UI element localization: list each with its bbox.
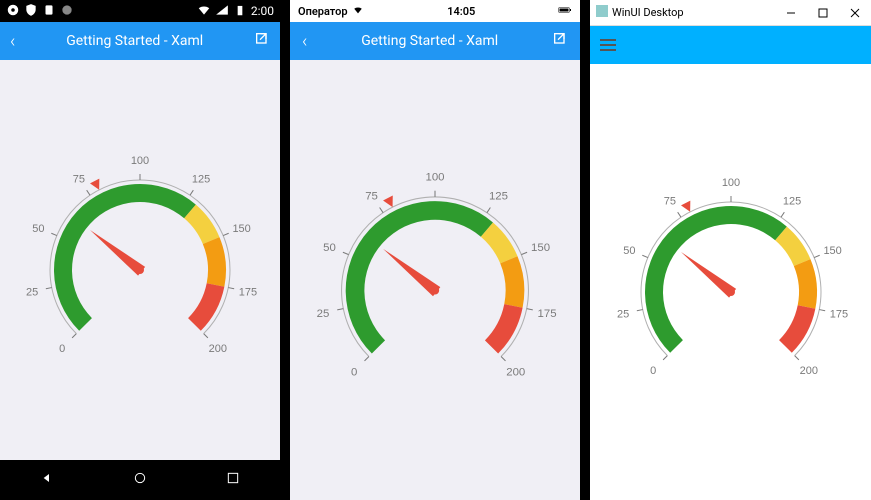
gauge-chart: 0 25 50 75 100 125 150 175 200 xyxy=(300,145,570,415)
gauge-tick-label: 50 xyxy=(323,242,336,254)
android-app-bar: ‹ Getting Started - Xaml xyxy=(0,22,280,60)
status-time: 2:00 xyxy=(251,4,274,18)
gauge-chart: 0 25 50 75 100 125 150 175 200 xyxy=(601,152,861,412)
content-area: 0 25 50 75 100 125 150 175 200 xyxy=(290,60,580,500)
nav-recent-icon[interactable] xyxy=(225,470,241,490)
gauge-tick-label: 125 xyxy=(782,196,800,208)
gauge-range xyxy=(485,304,523,353)
sim-icon xyxy=(42,3,56,20)
gauge-tick-label: 0 xyxy=(59,343,65,355)
status-time: 14:05 xyxy=(365,5,558,18)
gauge-tick-label: 100 xyxy=(721,177,739,189)
gauge-tick-label: 50 xyxy=(623,245,635,257)
ios-device: Оператор 14:05 ‹ Getting Started - Xaml … xyxy=(290,0,580,500)
page-title: Getting Started - Xaml xyxy=(15,33,254,49)
gauge-tick-label: 175 xyxy=(538,308,557,320)
gauge-tick-label: 175 xyxy=(239,286,257,298)
gauge-hub xyxy=(727,288,735,296)
gauge-marker xyxy=(681,201,690,212)
gauge-range xyxy=(500,256,524,308)
content-area: 0 25 50 75 100 125 150 175 200 xyxy=(590,64,871,500)
nav-home-icon[interactable] xyxy=(132,470,148,490)
gear-icon xyxy=(6,3,20,20)
windows-app-bar xyxy=(590,26,871,64)
gauge-tick-label: 200 xyxy=(799,365,817,377)
gauge-range xyxy=(188,283,224,331)
gauge-tick-label: 150 xyxy=(531,242,550,254)
gauge-tick-label: 25 xyxy=(26,286,38,298)
window-title: WinUI Desktop xyxy=(612,6,684,19)
gauge-tick-label: 25 xyxy=(317,308,330,320)
gauge-tick-label: 50 xyxy=(32,223,44,235)
nav-back-icon[interactable] xyxy=(39,470,55,490)
gauge-tick-label: 175 xyxy=(829,308,847,320)
gauge-tick-label: 0 xyxy=(650,365,656,377)
gauge-tick-label: 200 xyxy=(506,366,525,378)
gauge-range xyxy=(779,305,815,353)
android-device: 2:00 ‹ Getting Started - Xaml 0 25 50 75 100… xyxy=(0,0,280,500)
page-title: Getting Started - Xaml xyxy=(307,33,552,49)
gauge-tick-label: 75 xyxy=(365,191,378,203)
circle-icon xyxy=(60,3,74,20)
windows-title-bar: WinUI Desktop xyxy=(590,0,871,26)
gauge-tick-label: 100 xyxy=(425,171,444,183)
battery-icon xyxy=(558,5,572,18)
gauge-chart: 0 25 50 75 100 125 150 175 200 xyxy=(10,130,270,390)
gauge-range xyxy=(793,259,816,309)
content-area: 0 25 50 75 100 125 150 175 200 xyxy=(0,60,280,460)
gauge-range xyxy=(203,237,226,287)
android-nav-bar xyxy=(0,460,280,500)
carrier-label: Оператор xyxy=(298,5,348,18)
minimize-button[interactable] xyxy=(775,0,807,26)
menu-button[interactable] xyxy=(600,39,616,51)
app-icon xyxy=(596,5,608,20)
gauge-tick-label: 75 xyxy=(73,174,85,186)
shield-icon xyxy=(24,3,38,20)
gauge-tick-label: 125 xyxy=(489,191,508,203)
ios-app-bar: ‹ Getting Started - Xaml xyxy=(290,22,580,60)
gauge-tick-label: 0 xyxy=(351,366,357,378)
wifi-icon xyxy=(351,5,365,18)
gauge-hub xyxy=(136,266,144,274)
close-button[interactable] xyxy=(839,0,871,26)
gauge-tick-label: 200 xyxy=(209,343,227,355)
gauge-hub xyxy=(431,286,439,294)
open-external-icon[interactable] xyxy=(552,31,568,51)
gauge-tick-label: 150 xyxy=(823,245,841,257)
android-status-bar: 2:00 xyxy=(0,0,280,22)
gauge-tick-label: 150 xyxy=(232,223,250,235)
gauge-tick-label: 25 xyxy=(616,308,628,320)
gauge-marker xyxy=(90,179,99,190)
battery-icon xyxy=(233,3,247,20)
ios-status-bar: Оператор 14:05 xyxy=(290,0,580,22)
gauge-tick-label: 75 xyxy=(663,196,675,208)
gauge-tick-label: 100 xyxy=(131,155,149,167)
gauge-marker xyxy=(383,196,393,208)
maximize-button[interactable] xyxy=(807,0,839,26)
open-external-icon[interactable] xyxy=(254,31,270,51)
wifi-icon xyxy=(197,3,211,20)
windows-device: WinUI Desktop 0 25 50 75 100 125 150 175 200 xyxy=(590,0,871,500)
signal-icon xyxy=(215,3,229,20)
gauge-tick-label: 125 xyxy=(192,174,210,186)
